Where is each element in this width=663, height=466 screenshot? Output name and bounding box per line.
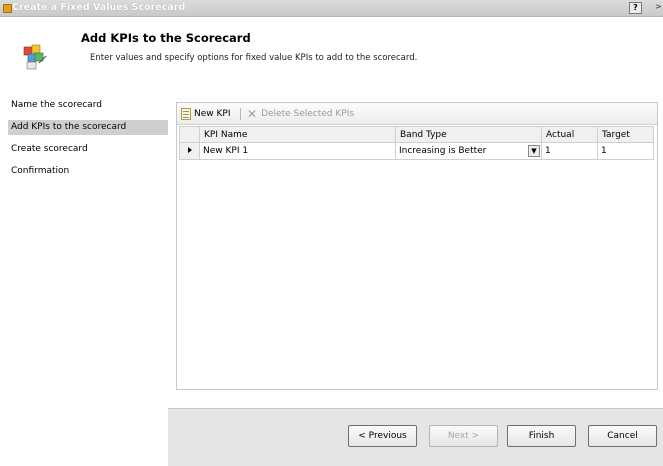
step-add-kpis[interactable]: Add KPIs to the scorecard [8, 120, 168, 135]
chevron-down-icon[interactable]: ▼ [528, 145, 540, 157]
step-create-scorecard[interactable]: Create scorecard [8, 142, 168, 157]
wizard-header: Add KPIs to the Scorecard Enter values a… [0, 17, 663, 87]
finish-button[interactable]: Finish [507, 425, 576, 447]
window-title: Create a Fixed Values Scorecard [12, 2, 186, 13]
delete-selected-kpis-button[interactable]: ✕ Delete Selected KPIs [247, 106, 354, 122]
target-cell[interactable]: 1 [597, 142, 654, 160]
wizard-icon [23, 44, 47, 70]
actual-cell[interactable]: 1 [541, 142, 598, 160]
cancel-button[interactable]: Cancel [588, 425, 657, 447]
delete-kpis-label: Delete Selected KPIs [261, 109, 355, 119]
kpi-grid-panel: New KPI ✕ Delete Selected KPIs KPI Name … [176, 102, 658, 390]
table-row[interactable]: New KPI 1 Increasing is Better ▼ 1 1 [179, 142, 654, 160]
band-type-value: Increasing is Better [399, 146, 487, 156]
column-header-kpi-name[interactable]: KPI Name [199, 126, 396, 143]
kpi-toolbar: New KPI ✕ Delete Selected KPIs [177, 103, 657, 125]
wizard-footer: < Previous Next > Finish Cancel [168, 408, 663, 466]
previous-button[interactable]: < Previous [348, 425, 417, 447]
row-selector[interactable] [179, 142, 200, 160]
next-button[interactable]: Next > [429, 425, 498, 447]
step-name-scorecard[interactable]: Name the scorecard [8, 98, 168, 113]
page-subtitle: Enter values and specify options for fix… [90, 53, 418, 63]
title-bar-edge-glyph[interactable]: > [655, 2, 663, 14]
title-bar: Create a Fixed Values Scorecard ? > [0, 0, 663, 17]
step-confirmation[interactable]: Confirmation [8, 164, 168, 179]
page-title: Add KPIs to the Scorecard [81, 31, 251, 45]
toolbar-separator [240, 108, 241, 120]
kpi-table: KPI Name Band Type Actual Target New KPI… [179, 126, 654, 160]
wizard-steps: Name the scorecard Add KPIs to the score… [0, 98, 168, 438]
delete-x-icon: ✕ [247, 107, 258, 121]
help-button[interactable]: ? [629, 2, 642, 14]
row-header-corner [179, 126, 200, 143]
new-document-icon [181, 108, 191, 120]
band-type-cell[interactable]: Increasing is Better ▼ [395, 142, 542, 160]
column-header-target[interactable]: Target [597, 126, 654, 143]
column-header-band-type[interactable]: Band Type [395, 126, 542, 143]
kpi-name-cell[interactable]: New KPI 1 [199, 142, 396, 160]
column-header-actual[interactable]: Actual [541, 126, 598, 143]
new-kpi-button[interactable]: New KPI [181, 106, 230, 122]
row-pointer-icon [187, 147, 192, 153]
new-kpi-label: New KPI [194, 109, 231, 119]
scorecard-app-icon [3, 4, 12, 13]
